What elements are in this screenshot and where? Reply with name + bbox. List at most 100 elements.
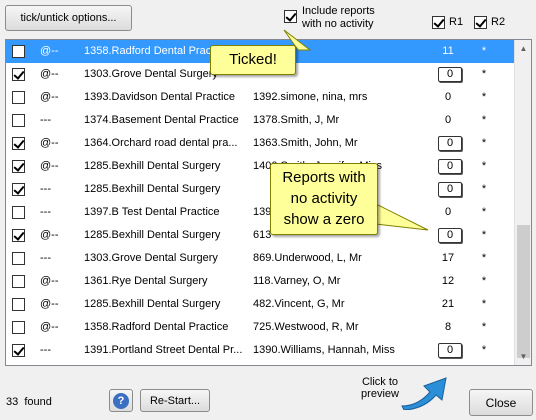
row-flag: ---	[40, 252, 51, 264]
scroll-up-icon[interactable]: ▲	[515, 40, 531, 57]
row-r1-value[interactable]: 0	[438, 228, 462, 243]
include-no-activity-label: Include reports with no activity	[302, 5, 375, 30]
row-r1-value[interactable]: 0	[438, 67, 462, 82]
close-button[interactable]: Close	[469, 389, 533, 416]
row-r1-value: 11	[442, 45, 454, 57]
row-r2-value: *	[481, 275, 487, 287]
row-flag: ---	[40, 183, 51, 195]
list-item[interactable]: --- 1374.Basement Dental Practice 1378.Smi…	[6, 109, 514, 132]
row-r2-value: *	[481, 45, 487, 57]
row-practice: 1285.Bexhill Dental Surgery	[84, 183, 221, 195]
row-checkbox[interactable]	[12, 45, 25, 58]
row-flag: @--	[40, 68, 59, 80]
row-r2-value: *	[481, 137, 487, 149]
list-item[interactable]: @--1285.Bexhill Dental Surgery1400.Smith…	[6, 155, 514, 178]
row-name: 725.Westwood, R, Mr	[253, 321, 359, 333]
list-item[interactable]: --- 1303.Grove Dental Surgery 869.Underwoo…	[6, 247, 514, 270]
row-practice: 1397.B Test Dental Practice	[84, 206, 220, 218]
row-r1-value[interactable]: 0	[438, 136, 462, 151]
row-r1-value: 0	[444, 114, 452, 126]
row-checkbox[interactable]	[12, 344, 25, 357]
list-item[interactable]: --- 1391.Portland Street Dental Pr... 1390…	[6, 339, 514, 362]
row-flag: @--	[40, 91, 59, 103]
row-r1-value: 0	[444, 91, 452, 103]
row-flag: @--	[40, 229, 59, 241]
report-list[interactable]: @-- 1358.Radford Dental Practice 11 * @-- 130…	[5, 39, 532, 366]
vertical-scrollbar[interactable]: ▲ ▼	[514, 40, 531, 365]
row-checkbox[interactable]	[12, 252, 25, 265]
row-practice: 1364.Orchard road dental pra...	[84, 137, 238, 149]
row-r1-value: 21	[441, 298, 455, 310]
list-item[interactable]: --- 1285.Bexhill Dental Surgery 0 *	[6, 178, 514, 201]
row-practice: 1393.Davidson Dental Practice	[84, 91, 236, 103]
row-r2-value: *	[481, 344, 487, 356]
row-r2-value: *	[481, 91, 487, 103]
row-r2-value: *	[481, 183, 487, 195]
list-item[interactable]: @-- 1358.Radford Dental Practice 725.Westw…	[6, 316, 514, 339]
row-flag: ---	[40, 114, 51, 126]
row-name: 118.Varney, O, Mr	[253, 275, 341, 287]
row-r2-value: *	[481, 321, 487, 333]
row-checkbox[interactable]	[12, 206, 25, 219]
row-flag: @--	[40, 45, 59, 57]
scroll-down-icon[interactable]: ▼	[515, 348, 531, 365]
r2-label: R2	[491, 16, 506, 28]
row-checkbox[interactable]	[12, 229, 25, 242]
row-practice: 1285.Bexhill Dental Surgery	[84, 160, 221, 172]
row-name: 1392.simone, nina, mrs	[253, 91, 368, 103]
row-practice: 1391.Portland Street Dental Pr...	[84, 344, 243, 356]
row-checkbox[interactable]	[12, 68, 25, 81]
row-r1-value[interactable]: 0	[438, 182, 462, 197]
r1-checkbox[interactable]	[432, 16, 445, 29]
row-flag: @--	[40, 160, 59, 172]
row-flag: @--	[40, 137, 59, 149]
tick-untick-options-button[interactable]: tick/untick options...	[5, 5, 132, 31]
row-r2-value: *	[481, 114, 487, 126]
include-no-activity-checkbox[interactable]	[284, 10, 297, 23]
list-item[interactable]: @-- 1285.Bexhill Dental Surgery 613 0 *	[6, 224, 514, 247]
row-flag: @--	[40, 298, 59, 310]
row-r1-value: 17	[441, 252, 455, 264]
row-name: 1363.Smith, John, Mr	[253, 137, 358, 149]
row-practice: 1361.Rye Dental Surgery	[84, 275, 208, 287]
row-checkbox[interactable]	[12, 298, 25, 311]
found-count: 33 found	[6, 396, 52, 408]
row-checkbox[interactable]	[12, 91, 25, 104]
question-icon: ?	[113, 392, 129, 409]
row-checkbox[interactable]	[12, 275, 25, 288]
row-name: 482.Vincent, G, Mr	[253, 298, 345, 310]
row-practice: 1285.Bexhill Dental Surgery	[84, 229, 221, 241]
r2-checkbox[interactable]	[474, 16, 487, 29]
row-checkbox[interactable]	[12, 321, 25, 334]
scrollbar-thumb[interactable]	[517, 225, 530, 358]
row-r2-value: *	[481, 252, 487, 264]
restart-button[interactable]: Re-Start...	[140, 389, 210, 412]
row-r1-value: 0	[444, 206, 452, 218]
list-item[interactable]: --- 1397.B Test Dental Practice 139 0 *	[6, 201, 514, 224]
row-checkbox[interactable]	[12, 160, 25, 173]
row-r1-value[interactable]: 0	[438, 159, 462, 174]
row-checkbox[interactable]	[12, 183, 25, 196]
row-name: 869.Underwood, L, Mr	[253, 252, 362, 264]
list-item[interactable]: @-- 1393.Davidson Dental Practice 1392.sim…	[6, 86, 514, 109]
list-item[interactable]: @-- 1285.Bexhill Dental Surgery 482.Vincen…	[6, 293, 514, 316]
row-practice: 1303.Grove Dental Surgery	[84, 252, 218, 264]
r1-label: R1	[449, 16, 464, 28]
row-r1-value[interactable]: 0	[438, 343, 462, 358]
list-item[interactable]: @-- 1361.Rye Dental Surgery 118.Varney, O,…	[6, 270, 514, 293]
row-r1-value: 8	[444, 321, 452, 333]
row-r2-value: *	[481, 206, 487, 218]
row-practice: 1358.Radford Dental Practice	[84, 321, 229, 333]
preview-arrow-icon	[401, 377, 447, 410]
ticked-callout: Ticked!	[210, 45, 296, 75]
reports-callout: Reports with no activity show a zero	[270, 163, 378, 235]
row-flag: @--	[40, 321, 59, 333]
row-r1-value: 12	[441, 275, 455, 287]
help-button[interactable]: ?	[109, 389, 133, 412]
row-checkbox[interactable]	[12, 114, 25, 127]
row-r2-value: *	[481, 68, 487, 80]
row-checkbox[interactable]	[12, 137, 25, 150]
list-item[interactable]: @-- 1364.Orchard road dental pra... 1363.S…	[6, 132, 514, 155]
row-flag: ---	[40, 206, 51, 218]
reports-callout-pointer	[375, 203, 429, 231]
